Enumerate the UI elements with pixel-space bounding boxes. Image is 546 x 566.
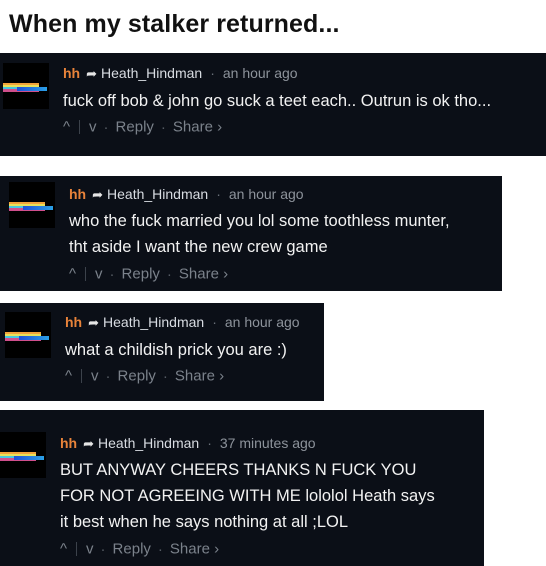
comment-card: hh ➦ Heath_Hindman · an hour ago who the fuc… — [0, 176, 502, 291]
comment-line: what a childish prick you are :) — [65, 341, 287, 359]
comment-text: what a childish prick you are :) — [65, 337, 287, 363]
comment-card: hh ➦ Heath_Hindman · 37 minutes ago BUT ANYW… — [0, 410, 484, 566]
reply-arrow-icon: ➦ — [88, 315, 100, 330]
reply-arrow-icon: ➦ — [86, 66, 98, 81]
comment-actions: ^ v · Reply · Share › — [60, 540, 220, 558]
comment-line: FOR NOT AGREEING WITH ME lololol Heath s… — [60, 487, 435, 505]
reply-button[interactable]: Reply — [122, 266, 160, 283]
comment-time[interactable]: an hour ago — [229, 186, 304, 202]
downvote-icon[interactable]: v — [95, 266, 103, 283]
comment-line: it best when he says nothing at all ;LOL — [60, 513, 349, 531]
downvote-icon[interactable]: v — [91, 368, 99, 385]
downvote-icon[interactable]: v — [89, 119, 97, 136]
reply-button[interactable]: Reply — [118, 368, 156, 385]
share-button[interactable]: Share › — [179, 266, 228, 283]
reply-button[interactable]: Reply — [113, 541, 151, 558]
reply-to-name[interactable]: Heath_Hindman — [103, 314, 204, 330]
author-name[interactable]: hh — [69, 186, 86, 202]
page-title: When my stalker returned... — [9, 10, 340, 38]
upvote-icon[interactable]: ^ — [63, 119, 70, 136]
comment-card: hh ➦ Heath_Hindman · an hour ago what a chil… — [0, 303, 324, 401]
comment-meta: hh ➦ Heath_Hindman · an hour ago — [63, 65, 298, 82]
comment-line: fuck off bob & john go suck a teet each.… — [63, 92, 492, 110]
comment-time[interactable]: an hour ago — [223, 65, 298, 81]
share-button[interactable]: Share › — [175, 368, 224, 385]
reply-arrow-icon: ➦ — [83, 436, 95, 451]
reply-to-name[interactable]: Heath_Hindman — [101, 65, 202, 81]
comment-line: BUT ANYWAY CHEERS THANKS N FUCK YOU — [60, 461, 417, 479]
comment-text: who the fuck married you lol some toothl… — [69, 208, 450, 260]
separator-dot: · — [212, 314, 217, 330]
downvote-icon[interactable]: v — [86, 541, 94, 558]
comment-meta: hh ➦ Heath_Hindman · an hour ago — [69, 186, 304, 203]
author-name[interactable]: hh — [63, 65, 80, 81]
avatar[interactable] — [3, 63, 49, 109]
comment-actions: ^ v · Reply · Share › — [69, 265, 229, 283]
upvote-icon[interactable]: ^ — [69, 266, 76, 283]
comment-text: fuck off bob & john go suck a teet each.… — [63, 88, 491, 114]
separator-dot: · — [207, 435, 212, 451]
comment-time[interactable]: 37 minutes ago — [220, 435, 316, 451]
comment-text: BUT ANYWAY CHEERS THANKS N FUCK YOU FOR … — [60, 457, 435, 535]
upvote-icon[interactable]: ^ — [60, 541, 67, 558]
reply-to-name[interactable]: Heath_Hindman — [98, 435, 199, 451]
share-button[interactable]: Share › — [170, 541, 219, 558]
comment-meta: hh ➦ Heath_Hindman · an hour ago — [65, 314, 300, 331]
reply-to-name[interactable]: Heath_Hindman — [107, 186, 208, 202]
comment-line: who the fuck married you lol some toothl… — [69, 212, 450, 230]
avatar[interactable] — [9, 182, 55, 228]
reply-arrow-icon: ➦ — [92, 187, 104, 202]
comment-line: tht aside I want the new crew game — [69, 238, 328, 256]
reply-button[interactable]: Reply — [116, 119, 154, 136]
comment-meta: hh ➦ Heath_Hindman · 37 minutes ago — [60, 435, 316, 452]
comment-time[interactable]: an hour ago — [225, 314, 300, 330]
avatar[interactable] — [0, 432, 46, 478]
comment-actions: ^ v · Reply · Share › — [65, 367, 225, 385]
author-name[interactable]: hh — [60, 435, 77, 451]
author-name[interactable]: hh — [65, 314, 82, 330]
separator-dot: · — [216, 186, 221, 202]
comment-card: hh ➦ Heath_Hindman · an hour ago fuck off bo… — [0, 53, 546, 156]
upvote-icon[interactable]: ^ — [65, 368, 72, 385]
share-button[interactable]: Share › — [173, 119, 222, 136]
avatar[interactable] — [5, 312, 51, 358]
comment-actions: ^ v · Reply · Share › — [63, 118, 223, 136]
separator-dot: · — [210, 65, 215, 81]
